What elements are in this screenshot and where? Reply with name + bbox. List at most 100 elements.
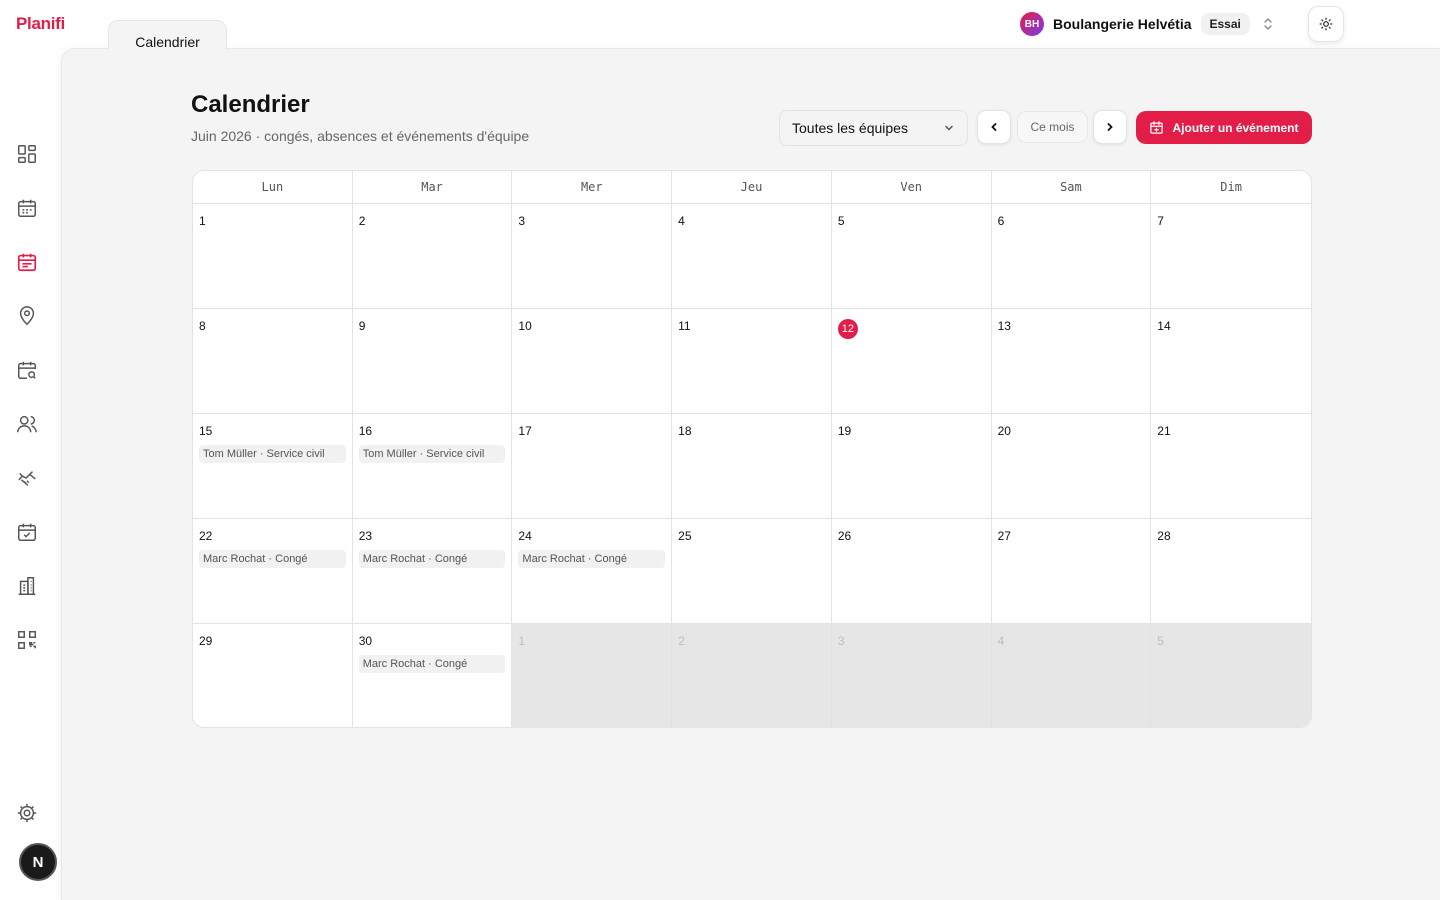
day-cell[interactable]: 27 bbox=[991, 519, 1152, 624]
calendar-event[interactable]: Tom Müller · Service civil bbox=[358, 445, 506, 463]
day-cell[interactable]: 12 bbox=[831, 309, 992, 414]
calendar-search-icon bbox=[18, 361, 36, 379]
day-number: 27 bbox=[997, 529, 1011, 543]
day-cell[interactable]: 13 bbox=[991, 309, 1152, 414]
day-cell[interactable]: 1 bbox=[193, 204, 353, 309]
current-month-button[interactable]: Ce mois bbox=[1017, 111, 1088, 143]
day-number: 30 bbox=[358, 634, 373, 648]
org-name: Boulangerie Helvétia bbox=[1053, 16, 1192, 32]
previous-month-button[interactable] bbox=[977, 110, 1011, 144]
add-event-label: Ajouter un événement bbox=[1172, 120, 1299, 135]
day-cell[interactable]: 1 bbox=[512, 624, 673, 727]
sidebar-item-pointage[interactable] bbox=[16, 521, 38, 543]
day-number: 23 bbox=[358, 529, 373, 543]
day-cell[interactable]: 15 Tom Müller · Service civil bbox=[193, 414, 353, 519]
team-filter-value: Toutes les équipes bbox=[792, 120, 908, 136]
sidebar-item-echanges[interactable] bbox=[16, 467, 38, 489]
sidebar-item-settings[interactable] bbox=[16, 802, 38, 824]
day-cell[interactable]: 20 bbox=[991, 414, 1152, 519]
day-cell[interactable]: 18 bbox=[672, 414, 832, 519]
day-number: 1 bbox=[518, 634, 526, 648]
day-cell[interactable]: 25 bbox=[672, 519, 832, 624]
day-number: 2 bbox=[358, 214, 366, 228]
team-filter-select[interactable]: Toutes les équipes bbox=[779, 110, 968, 146]
calendar-event[interactable]: Marc Rochat · Congé bbox=[358, 655, 506, 673]
sidebar-item-qr[interactable] bbox=[16, 629, 38, 651]
qr-code-icon bbox=[18, 631, 36, 649]
weekday-label: Lun bbox=[193, 171, 353, 203]
day-number: 28 bbox=[1157, 529, 1171, 543]
day-cell[interactable]: 29 bbox=[193, 624, 353, 727]
day-cell[interactable]: 11 bbox=[672, 309, 832, 414]
calendar-event[interactable]: Marc Rochat · Congé bbox=[518, 550, 666, 568]
day-number: 1 bbox=[199, 214, 206, 228]
day-number: 25 bbox=[678, 529, 692, 543]
sidebar-item-sites[interactable] bbox=[16, 305, 38, 327]
tab-calendrier[interactable]: Calendrier bbox=[108, 20, 227, 50]
day-cell[interactable]: 5 bbox=[1151, 624, 1311, 727]
day-number: 21 bbox=[1157, 424, 1171, 438]
calendar-event[interactable]: Tom Müller · Service civil bbox=[199, 445, 346, 463]
sidebar-item-dashboard[interactable] bbox=[16, 143, 38, 165]
day-cell[interactable]: 7 bbox=[1151, 204, 1311, 309]
day-cell[interactable]: 9 bbox=[352, 309, 513, 414]
day-grid: 1 2 3 4 5 6 7 8 9 10 11 12 13 14 15 Tom Müller · Servic… bbox=[193, 204, 1311, 727]
day-cell[interactable]: 8 bbox=[193, 309, 353, 414]
day-number: 16 bbox=[358, 424, 373, 438]
day-cell[interactable]: 2 bbox=[672, 624, 832, 727]
day-number: 5 bbox=[837, 214, 845, 228]
day-number: 26 bbox=[837, 529, 852, 543]
calendar-event[interactable]: Marc Rochat · Congé bbox=[199, 550, 346, 568]
day-cell[interactable]: 28 bbox=[1151, 519, 1311, 624]
day-cell[interactable]: 26 bbox=[831, 519, 992, 624]
day-cell[interactable]: 3 bbox=[512, 204, 673, 309]
sidebar-item-etablissements[interactable] bbox=[16, 575, 38, 597]
add-event-button[interactable]: Ajouter un événement bbox=[1136, 111, 1312, 144]
month-calendar: Lun Mar Mer Jeu Ven Sam Dim 1 2 3 4 5 6 7 8 9 10 1… bbox=[192, 170, 1312, 728]
day-cell[interactable]: 4 bbox=[991, 624, 1152, 727]
day-cell[interactable]: 4 bbox=[672, 204, 832, 309]
day-cell[interactable]: 23 Marc Rochat · Congé bbox=[352, 519, 513, 624]
day-cell[interactable]: 3 bbox=[831, 624, 992, 727]
calendar-plus-icon bbox=[1150, 121, 1164, 134]
weekday-label: Sam bbox=[992, 171, 1152, 203]
day-number: 15 bbox=[199, 424, 213, 438]
day-number: 2 bbox=[678, 634, 685, 648]
calendar-check-icon bbox=[18, 523, 36, 541]
weekday-label: Mer bbox=[512, 171, 673, 203]
next-month-button[interactable] bbox=[1093, 110, 1127, 144]
day-cell[interactable]: 22 Marc Rochat · Congé bbox=[193, 519, 353, 624]
user-avatar[interactable]: N bbox=[19, 843, 57, 881]
sidebar: N bbox=[0, 0, 57, 900]
sidebar-item-disponibilites[interactable] bbox=[16, 359, 38, 381]
day-cell[interactable]: 6 bbox=[991, 204, 1152, 309]
main-panel: Calendrier Juin 2026 · congés, absences … bbox=[61, 48, 1440, 900]
org-avatar: BH bbox=[1020, 12, 1044, 36]
weekday-label: Dim bbox=[1220, 180, 1242, 194]
chevron-left-icon bbox=[991, 123, 997, 131]
day-cell[interactable]: 19 bbox=[831, 414, 992, 519]
day-cell[interactable]: 16 Tom Müller · Service civil bbox=[352, 414, 513, 519]
day-cell[interactable]: 17 bbox=[512, 414, 673, 519]
calendar-event[interactable]: Marc Rochat · Congé bbox=[358, 550, 506, 568]
chevron-down-icon bbox=[945, 125, 953, 131]
day-cell[interactable]: 2 bbox=[352, 204, 513, 309]
day-cell[interactable]: 5 bbox=[831, 204, 992, 309]
sidebar-item-planning[interactable] bbox=[16, 197, 38, 219]
day-number: 14 bbox=[1157, 319, 1171, 333]
theme-toggle-button[interactable] bbox=[1308, 6, 1344, 42]
weekday-label: Mar bbox=[353, 171, 513, 203]
sidebar-item-calendrier[interactable] bbox=[16, 251, 38, 273]
page-title: Calendrier bbox=[191, 91, 310, 118]
day-cell[interactable]: 30 Marc Rochat · Congé bbox=[353, 624, 513, 727]
sidebar-item-employes[interactable] bbox=[16, 413, 38, 435]
day-cell[interactable]: 10 bbox=[512, 309, 673, 414]
day-cell[interactable]: 14 bbox=[1151, 309, 1311, 414]
day-cell[interactable]: 24 Marc Rochat · Congé bbox=[512, 519, 673, 624]
calendar-list-icon bbox=[17, 253, 37, 272]
dashboard-icon bbox=[18, 145, 36, 163]
weekday-label: Ven bbox=[832, 171, 992, 203]
org-switcher[interactable]: BH Boulangerie Helvétia Essai bbox=[1020, 12, 1274, 36]
day-cell[interactable]: 21 bbox=[1151, 414, 1311, 519]
day-number: 4 bbox=[678, 214, 685, 228]
